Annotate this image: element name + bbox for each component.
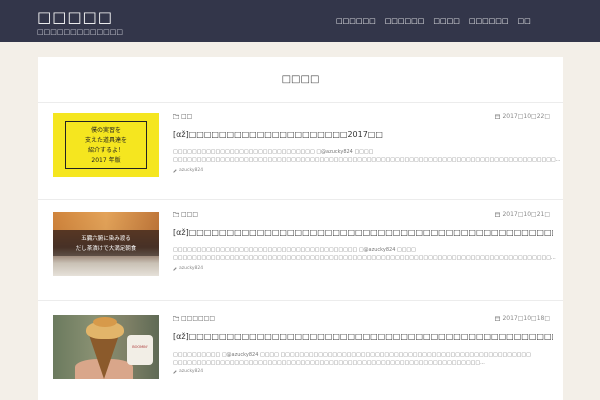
- category-label: □□: [181, 113, 193, 120]
- thumbnail-text: 支えた道具達を: [84, 137, 127, 144]
- folder-icon: [173, 316, 179, 321]
- post-title-link[interactable]: [αž]□□□□□□□□□□□□□□□□□□□□□□□□□□□□□□□□□□□□…: [173, 332, 553, 341]
- thumbnail-text: 2017 年版: [91, 157, 121, 164]
- pencil-icon: [173, 369, 177, 374]
- nav-item-2[interactable]: □□□□□□: [385, 15, 425, 27]
- post-thumbnail[interactable]: BOOMIN': [53, 315, 159, 379]
- post-excerpt: □□□□□□□□□□ □@azucky824 □□□□ □□□□□□□□□□□□…: [173, 352, 531, 366]
- thumbnail-text: 僕の実習を: [90, 127, 121, 134]
- nav-item-1[interactable]: □□□□□□: [336, 15, 376, 27]
- post-thumbnail[interactable]: 五臓六腑に染み渡る だし茶漬けで大満足朝食: [53, 212, 159, 276]
- pencil-icon: [173, 266, 177, 271]
- page-title: □□□□: [281, 74, 320, 85]
- post-author[interactable]: azucky824: [173, 266, 203, 271]
- site-description: □□□□□□□□□□□□□: [37, 28, 123, 36]
- post-title-link[interactable]: [αž]□□□□□□□□□□□□□□□□□□□□□2017□□: [173, 130, 553, 139]
- folder-icon: [173, 114, 179, 119]
- date-label: 2017□10□22□: [502, 113, 550, 120]
- pencil-icon: [173, 168, 177, 173]
- author-name: azucky824: [179, 369, 204, 374]
- author-name: azucky824: [179, 266, 204, 271]
- site-header: □□□□□ □□□□□□□□□□□□□ □□□□□□ □□□□□□ □□□□ □…: [0, 0, 600, 42]
- post-category[interactable]: □□□: [173, 211, 198, 218]
- thumbnail-text: 紹介するよ！: [87, 147, 124, 154]
- post-date: 2017□10□18□: [495, 315, 550, 322]
- date-label: 2017□10□18□: [502, 315, 550, 322]
- folder-icon: [173, 212, 179, 217]
- post-title-link[interactable]: [αž]□□□□□□□□□□□□□□□□□□□□□□□□□□□□□□□□□□□□…: [173, 228, 553, 237]
- thumbnail-text: だし茶漬けで大満足朝食: [75, 246, 137, 252]
- global-nav: □□□□□□ □□□□□□ □□□□ □□□□□□ □□: [336, 15, 531, 27]
- post-category[interactable]: □□: [173, 113, 192, 120]
- post-entry: 五臓六腑に染み渡る だし茶漬けで大満足朝食 □□□ 2017□10□21□ [α…: [38, 200, 563, 300]
- post-entry: 僕の実習を 支えた道具達を 紹介するよ！ 2017 年版 □□ 2017□10□…: [38, 102, 563, 202]
- post-author[interactable]: azucky824: [173, 168, 203, 173]
- post-thumbnail[interactable]: 僕の実習を 支えた道具達を 紹介するよ！ 2017 年版: [53, 113, 159, 177]
- thumbnail-photo: [89, 335, 119, 379]
- post-author[interactable]: azucky824: [173, 369, 203, 374]
- calendar-icon: [495, 212, 501, 217]
- thumbnail-photo: [93, 317, 117, 327]
- author-name: azucky824: [179, 168, 204, 173]
- post-excerpt: □□□□□□□□□□□□□□□□□□□□□□□□□□□□□□ □@azucky8…: [173, 149, 561, 163]
- thumbnail-text: BOOMIN': [132, 345, 148, 349]
- nav-item-5[interactable]: □□: [518, 15, 531, 27]
- category-label: □□□□□□: [181, 315, 216, 322]
- calendar-icon: [495, 316, 501, 321]
- date-label: 2017□10□21□: [502, 211, 550, 218]
- thumbnail-photo: [53, 212, 159, 230]
- post-excerpt: □□□□□□□□□□□□□□□□□□□□□□□□□□□□□□□□□□□□□□□ …: [173, 247, 556, 261]
- site-title[interactable]: □□□□□: [37, 8, 113, 26]
- main-content: □□□□ 僕の実習を 支えた道具達を 紹介するよ！ 2017 年版 □□ 201…: [38, 57, 563, 400]
- post-category[interactable]: □□□□□□: [173, 315, 215, 322]
- post-entry: BOOMIN' □□□□□□ 2017□10□18□ [αž]□□□□□□□□□…: [38, 301, 563, 400]
- thumbnail-text: 五臓六腑に染み渡る: [81, 236, 131, 242]
- calendar-icon: [495, 114, 501, 119]
- post-date: 2017□10□21□: [495, 211, 550, 218]
- thumbnail-photo: [127, 335, 153, 365]
- nav-item-3[interactable]: □□□□: [433, 15, 459, 27]
- category-label: □□□: [181, 211, 199, 218]
- nav-item-4[interactable]: □□□□□□: [469, 15, 509, 27]
- post-date: 2017□10□22□: [495, 113, 550, 120]
